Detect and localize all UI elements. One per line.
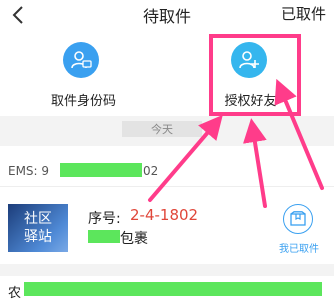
sequence-value: 2-4-1802 — [130, 206, 199, 224]
next-parcel-redaction — [24, 282, 322, 296]
station-line-2: 驿站 — [24, 229, 52, 245]
date-separator: 今天 — [122, 121, 202, 137]
pickup-id-code-label: 取件身份码 — [50, 94, 116, 109]
user-id-card-icon — [63, 42, 99, 78]
tracking-number-suffix: 02 — [143, 164, 159, 178]
tracking-number-redaction — [60, 163, 142, 177]
pickup-id-code-button[interactable]: 取件身份码 — [0, 30, 167, 116]
divider — [0, 186, 334, 187]
top-bar: 待取件 已取件 — [0, 0, 334, 30]
next-parcel-row[interactable]: 农 — [0, 276, 334, 303]
sequence-label: 序号: — [88, 211, 121, 227]
highlight-annotation-box — [209, 34, 301, 116]
station-line-1: 社区 — [24, 211, 52, 227]
parcel-card[interactable]: EMS: 9 02 社区 驿站 序号: 2-4-1802 包裹 我已取件 — [0, 146, 334, 264]
next-parcel-prefix: 农 — [8, 286, 22, 301]
package-name-redaction — [88, 230, 120, 243]
package-box-icon — [283, 204, 313, 234]
i-picked-up-button[interactable]: 我已取件 — [268, 200, 330, 258]
package-label: 包裹 — [120, 231, 148, 247]
picked-up-tab-button[interactable]: 已取件 — [281, 3, 326, 24]
community-station-badge: 社区 驿站 — [8, 204, 68, 252]
i-picked-up-label: 我已取件 — [279, 244, 319, 255]
tracking-number-prefix: EMS: 9 — [8, 164, 50, 178]
